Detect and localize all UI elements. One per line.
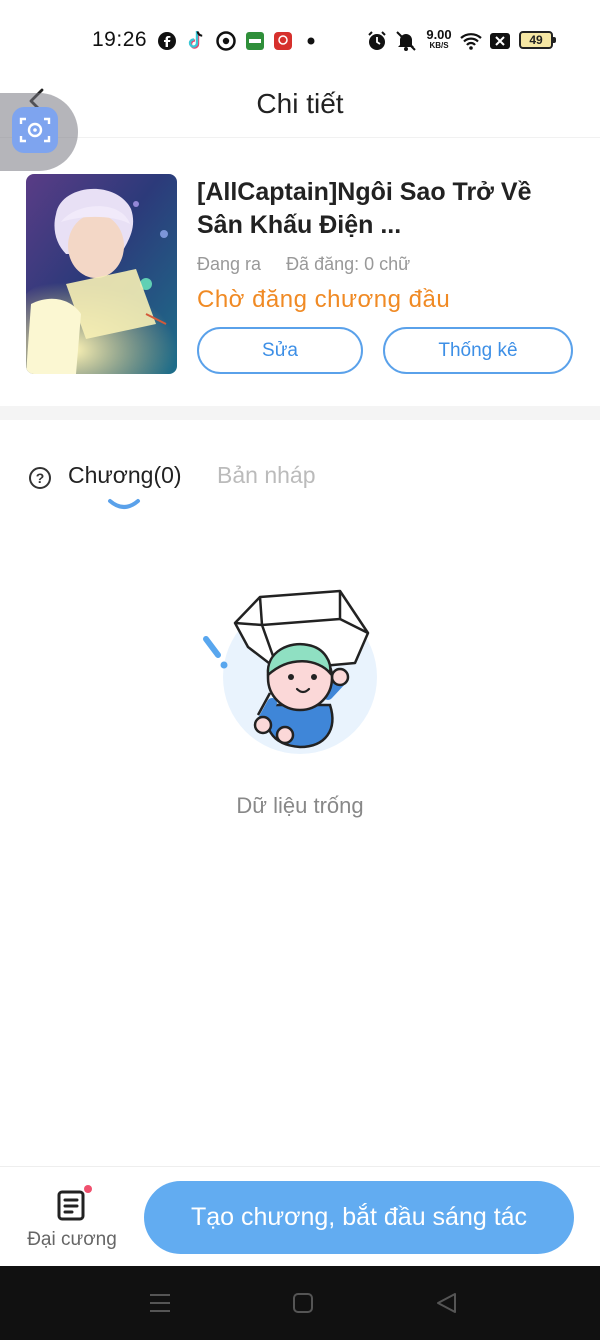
status-label: Đang ra [197,254,262,274]
system-navigation-bar [0,1266,600,1340]
wifi-icon [459,30,483,52]
mute-icon [394,30,418,52]
data-off-icon [489,30,511,52]
status-bar: 19:26 9.00 KB/S 49 [0,0,600,80]
floating-screenshot-button[interactable] [0,93,78,171]
camera-icon [12,107,58,153]
tiktok-icon [186,30,206,52]
book-cover-image[interactable] [26,174,177,374]
bottom-action-bar: Đại cương Tạo chương, bắt đầu sáng tác [0,1166,600,1266]
outline-button[interactable]: Đại cương [20,1185,124,1255]
create-chapter-button[interactable]: Tạo chương, bắt đầu sáng tác [144,1181,574,1254]
vtv-app-icon [245,30,265,52]
word-count-label: Đã đăng: 0 chữ [286,254,411,274]
section-divider [0,406,600,420]
active-tab-indicator [108,499,140,509]
home-icon[interactable] [288,1290,318,1316]
red-app-icon [273,30,293,52]
status-time: 19:26 [92,28,148,51]
network-speed: 9.00 KB/S [426,27,452,50]
tab-drafts[interactable]: Bản nháp [217,462,315,489]
empty-state-message: Dữ liệu trống [236,793,364,818]
facebook-icon [157,30,177,52]
battery-indicator: 49 [519,31,556,49]
document-outline-icon [57,1190,85,1221]
back-nav-icon[interactable] [432,1290,462,1316]
book-title: [AllCaptain]Ngôi Sao Trở Về Sân Khấu Điệ… [197,178,532,239]
book-meta: Đang ra Đã đăng: 0 chữ [197,254,430,275]
notification-dot [84,1185,92,1193]
pending-status: Chờ đăng chương đầu [197,286,451,313]
empty-box-illustration [203,589,377,754]
alarm-icon [366,30,388,52]
dot-icon [307,30,315,52]
tab-chapters[interactable]: Chương(0) [68,462,182,489]
outline-label: Đại cương [27,1229,117,1250]
menu-icon[interactable] [145,1290,175,1316]
page-title: Chi tiết [256,88,344,119]
statistics-button[interactable]: Thống kê [383,327,573,374]
chrome-icon [216,30,236,52]
help-icon[interactable]: ? [29,467,51,489]
edit-button[interactable]: Sửa [197,327,363,374]
header: Chi tiết [0,80,600,138]
